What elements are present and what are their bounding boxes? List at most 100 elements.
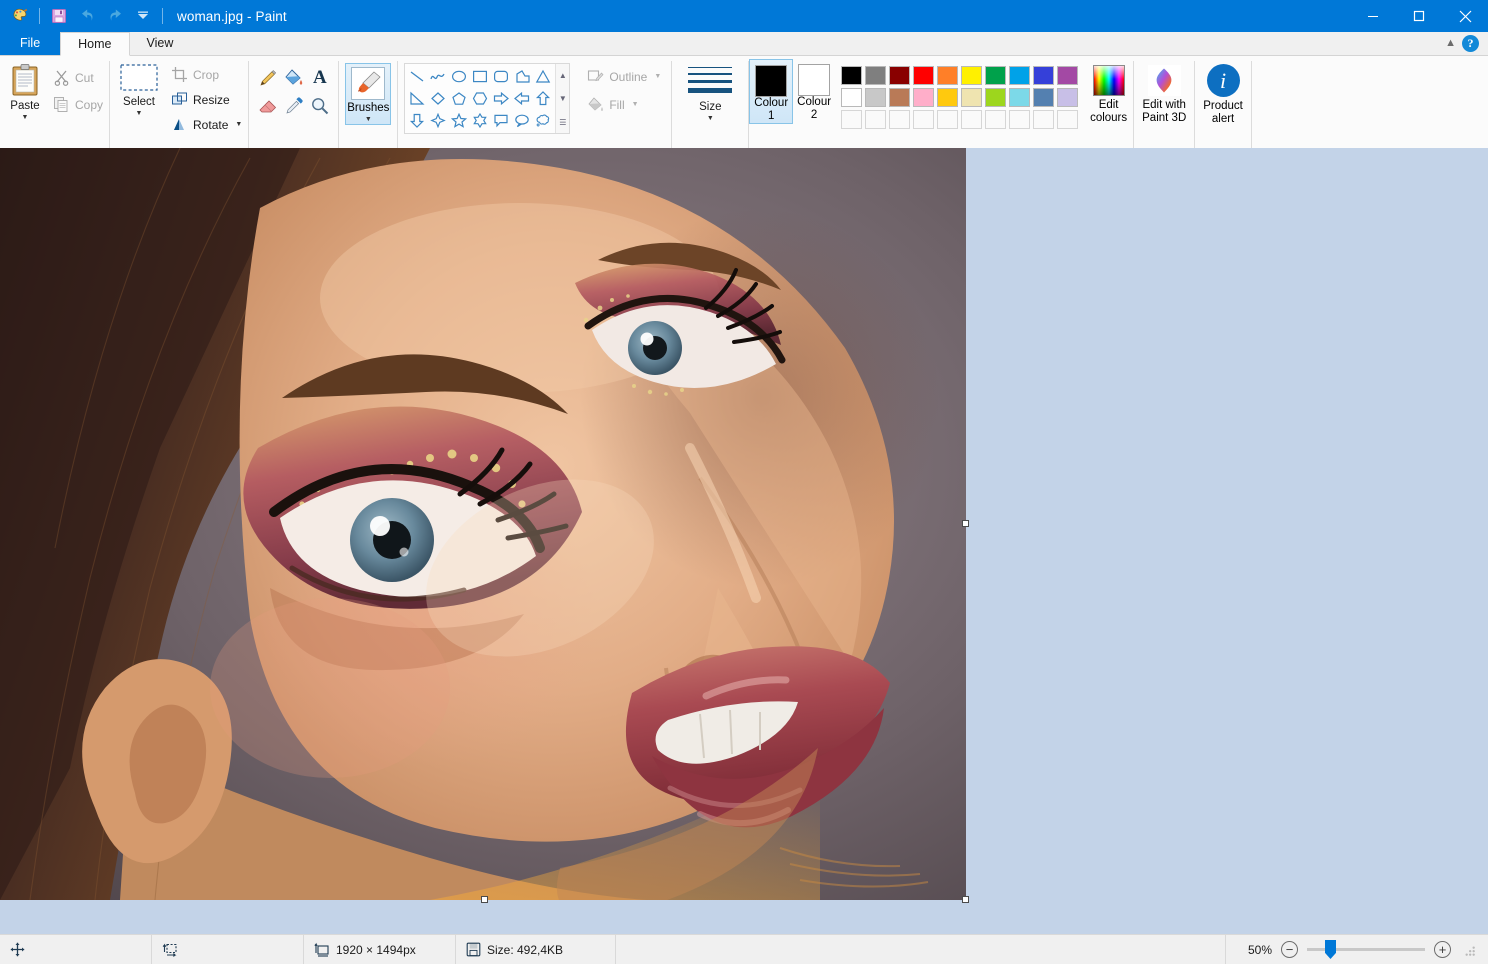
palette-swatch[interactable] [865, 66, 886, 85]
palette-swatch[interactable] [961, 88, 982, 107]
shape-hexagon-icon[interactable] [470, 88, 490, 109]
pencil-tool-icon[interactable] [255, 64, 280, 91]
resize-button[interactable]: Resize [168, 89, 248, 110]
rotate-button[interactable]: Rotate ▼ [168, 114, 248, 135]
shape-curve-icon[interactable] [428, 66, 448, 87]
shape-oval-callout-icon[interactable] [512, 110, 532, 131]
select-dropdown-caret[interactable]: ▼ [136, 110, 143, 117]
palette-swatch[interactable] [937, 88, 958, 107]
shape-pentagon-icon[interactable] [449, 88, 469, 109]
redo-icon[interactable] [102, 4, 128, 28]
fill-dropdown-caret[interactable]: ▼ [632, 101, 639, 108]
palette-swatch-custom[interactable] [841, 110, 862, 129]
image-canvas[interactable] [0, 148, 966, 900]
shape-rectangle-icon[interactable] [470, 66, 490, 87]
palette-swatch[interactable] [1057, 88, 1078, 107]
palette-swatch[interactable] [985, 66, 1006, 85]
palette-swatch-custom[interactable] [913, 110, 934, 129]
palette-swatch[interactable] [1009, 66, 1030, 85]
shape-rounded-rectangle-icon[interactable] [491, 66, 511, 87]
shape-diamond-icon[interactable] [428, 88, 448, 109]
customize-quick-access-icon[interactable] [130, 4, 156, 28]
paste-dropdown-caret[interactable]: ▼ [22, 114, 29, 121]
canvas-photo-woman-jpg[interactable] [0, 148, 966, 900]
shape-five-point-star-icon[interactable] [449, 110, 469, 131]
shape-left-arrow-icon[interactable] [512, 88, 532, 109]
palette-swatch-custom[interactable] [1033, 110, 1054, 129]
shapes-scroll-down-icon[interactable]: ▼ [556, 89, 569, 109]
maximize-button[interactable] [1396, 0, 1442, 32]
eraser-tool-icon[interactable] [255, 92, 280, 119]
outline-button[interactable]: Outline ▼ [584, 66, 667, 87]
shape-six-point-star-icon[interactable] [470, 110, 490, 131]
collapse-ribbon-icon[interactable]: ▲ [1445, 37, 1456, 49]
tab-home[interactable]: Home [60, 32, 129, 56]
shape-rounded-rectangular-callout-icon[interactable] [491, 110, 511, 131]
cut-button[interactable]: Cut [50, 67, 109, 88]
palette-swatch[interactable] [1009, 88, 1030, 107]
size-button[interactable]: Size ▼ [672, 59, 748, 122]
palette-swatch-custom[interactable] [961, 110, 982, 129]
palette-swatch[interactable] [841, 88, 862, 107]
minimize-button[interactable] [1350, 0, 1396, 32]
shape-four-point-star-icon[interactable] [428, 110, 448, 131]
edit-with-paint-3d-button[interactable]: Edit with Paint 3D [1134, 59, 1194, 125]
palette-swatch-custom[interactable] [889, 110, 910, 129]
palette-swatch[interactable] [937, 66, 958, 85]
paste-button[interactable]: Paste ▼ [0, 59, 50, 121]
shapes-scroll-up-icon[interactable]: ▲ [556, 65, 569, 85]
zoom-slider[interactable] [1307, 942, 1425, 958]
magnifier-tool-icon[interactable] [307, 92, 332, 119]
zoom-out-button[interactable]: − [1281, 941, 1298, 958]
palette-swatch-custom[interactable] [985, 110, 1006, 129]
canvas-resize-handle-corner[interactable] [962, 896, 969, 903]
shape-up-arrow-icon[interactable] [533, 88, 553, 109]
shape-cloud-callout-icon[interactable] [533, 110, 553, 131]
outline-dropdown-caret[interactable]: ▼ [654, 73, 661, 80]
product-alert-button[interactable]: i Product alert [1195, 59, 1251, 126]
help-icon[interactable]: ? [1462, 35, 1479, 52]
copy-button[interactable]: Copy [50, 94, 109, 115]
edit-colours-button[interactable]: Edit colours [1084, 59, 1133, 125]
shape-right-triangle-icon[interactable] [407, 88, 427, 109]
paint-palette-icon[interactable] [7, 4, 33, 28]
palette-swatch[interactable] [1057, 66, 1078, 85]
zoom-in-button[interactable]: + [1434, 941, 1451, 958]
fill-button[interactable]: Fill ▼ [584, 94, 667, 115]
palette-swatch[interactable] [1033, 66, 1054, 85]
brushes-button[interactable]: Brushes ▼ [345, 63, 391, 125]
canvas-resize-handle-bottom[interactable] [481, 896, 488, 903]
shapes-expand-icon[interactable]: ☰ [556, 112, 569, 132]
crop-button[interactable]: Crop [168, 64, 248, 85]
palette-swatch[interactable] [865, 88, 886, 107]
shape-line-icon[interactable] [407, 66, 427, 87]
tab-view[interactable]: View [130, 31, 191, 55]
canvas-resize-handle-right[interactable] [962, 520, 969, 527]
tab-file[interactable]: File [0, 31, 60, 55]
undo-icon[interactable] [74, 4, 100, 28]
palette-swatch-custom[interactable] [1009, 110, 1030, 129]
colour-1-button[interactable]: Colour 1 [749, 59, 793, 124]
palette-swatch[interactable] [913, 88, 934, 107]
palette-swatch[interactable] [985, 88, 1006, 107]
colour-picker-tool-icon[interactable] [281, 92, 306, 119]
resize-grip-icon[interactable] [1462, 943, 1476, 957]
canvas-work-area[interactable] [0, 148, 1488, 934]
size-dropdown-caret[interactable]: ▼ [707, 115, 714, 122]
palette-swatch[interactable] [961, 66, 982, 85]
brushes-dropdown-caret[interactable]: ▼ [365, 116, 372, 123]
colour-2-button[interactable]: Colour 2 [793, 59, 835, 122]
shape-oval-icon[interactable] [449, 66, 469, 87]
shape-right-arrow-icon[interactable] [491, 88, 511, 109]
palette-swatch-custom[interactable] [1057, 110, 1078, 129]
shape-triangle-icon[interactable] [533, 66, 553, 87]
palette-swatch[interactable] [889, 88, 910, 107]
save-icon[interactable] [46, 4, 72, 28]
fill-with-colour-tool-icon[interactable] [281, 64, 306, 91]
shape-polygon-icon[interactable] [512, 66, 532, 87]
text-tool-icon[interactable]: A [307, 64, 332, 91]
shapes-gallery-scrollbar[interactable]: ▲ ▼ ☰ [555, 64, 569, 133]
zoom-slider-thumb[interactable] [1325, 940, 1336, 959]
shape-down-arrow-icon[interactable] [407, 110, 427, 131]
palette-swatch-custom[interactable] [937, 110, 958, 129]
